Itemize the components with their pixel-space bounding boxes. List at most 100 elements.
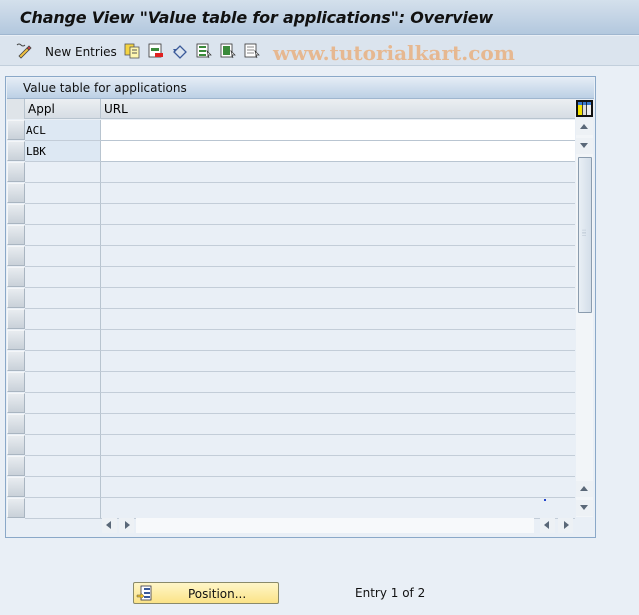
page-title: Change View "Value table for application… [20, 8, 493, 27]
row-selector[interactable] [7, 498, 25, 518]
row-selector[interactable] [7, 456, 25, 476]
cell-url[interactable] [101, 372, 575, 393]
row-selector[interactable] [7, 288, 25, 308]
cell-appl[interactable] [25, 414, 101, 435]
row-selector[interactable] [7, 162, 25, 182]
cell-url[interactable] [101, 288, 575, 309]
new-entries-button[interactable]: New Entries [45, 45, 117, 59]
cell-appl[interactable] [25, 498, 101, 519]
column-header-appl[interactable]: Appl [25, 99, 101, 119]
table-settings-button[interactable] [576, 100, 593, 117]
cell-appl[interactable] [25, 267, 101, 288]
table-row [7, 456, 575, 477]
cell-url[interactable] [101, 435, 575, 456]
row-selector[interactable] [7, 120, 25, 140]
row-selector[interactable] [7, 477, 25, 497]
arrow-right-icon [564, 521, 569, 529]
cell-appl[interactable] [25, 456, 101, 477]
cell-url[interactable] [101, 246, 575, 267]
cell-url[interactable] [101, 330, 575, 351]
table-row: ACL [7, 120, 575, 141]
horizontal-scrollbar[interactable] [102, 518, 574, 534]
row-selector[interactable] [7, 393, 25, 413]
table-row [7, 477, 575, 498]
scroll-left-button[interactable] [102, 518, 117, 533]
table-row [7, 414, 575, 435]
arrow-down-icon [580, 143, 588, 148]
cell-appl[interactable] [25, 330, 101, 351]
copy-icon[interactable] [124, 43, 140, 59]
table-row [7, 162, 575, 183]
row-selector[interactable] [7, 204, 25, 224]
cell-url[interactable] [101, 393, 575, 414]
cell-appl[interactable] [25, 183, 101, 204]
row-selector[interactable] [7, 372, 25, 392]
scroll-far-right-button[interactable] [558, 518, 573, 533]
row-selector[interactable] [7, 183, 25, 203]
row-selector[interactable] [7, 309, 25, 329]
table-row [7, 330, 575, 351]
select-all-icon[interactable] [196, 43, 212, 59]
scroll-down-button[interactable] [576, 500, 593, 516]
row-selector[interactable] [7, 414, 25, 434]
select-block-icon[interactable] [220, 43, 236, 59]
cell-url[interactable] [101, 414, 575, 435]
table-row [7, 351, 575, 372]
cell-appl[interactable] [25, 435, 101, 456]
cell-appl[interactable] [25, 204, 101, 225]
scroll-right-button[interactable] [119, 518, 134, 533]
row-selector[interactable] [7, 351, 25, 371]
cell-url[interactable] [101, 162, 575, 183]
cell-url[interactable] [101, 183, 575, 204]
cell-url[interactable] [101, 204, 575, 225]
cell-appl[interactable] [25, 351, 101, 372]
cell-url[interactable] [101, 120, 575, 141]
cell-url[interactable] [101, 456, 575, 477]
cell-appl[interactable] [25, 393, 101, 414]
column-header-url[interactable]: URL [101, 99, 128, 119]
select-all-rows-button[interactable] [7, 99, 25, 119]
arrow-down-icon [580, 505, 588, 510]
cell-appl[interactable] [25, 477, 101, 498]
cell-url[interactable] [101, 225, 575, 246]
cell-url[interactable] [101, 477, 575, 498]
scroll-far-left-button[interactable] [540, 518, 555, 533]
horizontal-scroll-track[interactable] [136, 518, 534, 533]
change-display-icon[interactable] [16, 43, 32, 59]
scroll-up-button[interactable] [576, 119, 593, 135]
scroll-page-down-button[interactable] [576, 138, 593, 154]
cell-appl[interactable] [25, 288, 101, 309]
scroll-page-up-button[interactable] [576, 481, 593, 497]
cell-appl[interactable] [25, 246, 101, 267]
vertical-scrollbar[interactable]: :: :: [576, 119, 593, 517]
arrow-up-icon [580, 486, 588, 491]
cell-appl[interactable] [25, 309, 101, 330]
table-row [7, 393, 575, 414]
row-selector[interactable] [7, 330, 25, 350]
table-row: LBK [7, 141, 575, 162]
cell-url[interactable] [101, 351, 575, 372]
row-selector[interactable] [7, 141, 25, 161]
cell-url[interactable] [101, 267, 575, 288]
row-selector[interactable] [7, 267, 25, 287]
row-selector[interactable] [7, 246, 25, 266]
table-row [7, 267, 575, 288]
scroll-thumb[interactable]: :: :: [578, 157, 592, 313]
deselect-all-icon[interactable] [244, 43, 260, 59]
column-settings-icon [578, 102, 591, 115]
row-selector[interactable] [7, 225, 25, 245]
table-title: Value table for applications [23, 81, 187, 95]
cell-appl[interactable] [25, 372, 101, 393]
cell-url[interactable] [101, 498, 575, 519]
row-selector[interactable] [7, 435, 25, 455]
position-button[interactable]: Position... [133, 582, 279, 604]
delete-icon[interactable] [148, 43, 164, 59]
position-icon [136, 585, 152, 601]
undo-change-icon[interactable] [172, 43, 188, 59]
cell-url[interactable] [101, 309, 575, 330]
cell-appl[interactable] [25, 225, 101, 246]
cell-appl: LBK [25, 141, 101, 162]
cell-appl[interactable] [25, 162, 101, 183]
cell-url[interactable] [101, 141, 575, 162]
table-header: Appl URL [7, 99, 575, 119]
